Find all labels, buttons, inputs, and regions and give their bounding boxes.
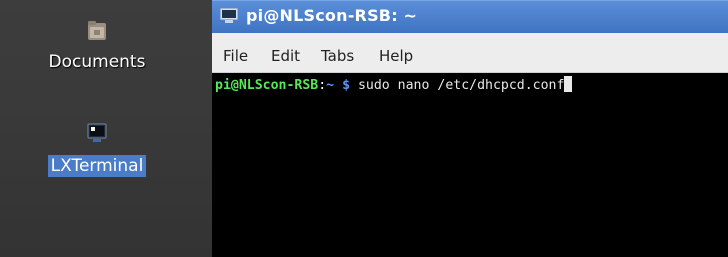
menu-file[interactable]: File [223,47,248,65]
menu-help[interactable]: Help [379,47,413,65]
prompt-user: pi@NLScon-RSB [215,78,319,93]
desktop-icon-label: Documents [48,52,146,72]
prompt-colon: : [318,78,327,93]
terminal-icon [32,122,162,149]
screen: Documents LXTerminal pi@NLScon-RSB: ~ Fi… [0,0,728,257]
desktop: Documents LXTerminal [0,0,212,257]
terminal-window: pi@NLScon-RSB: ~ File Edit Tabs Help pi@… [212,0,728,257]
text-cursor [564,76,573,92]
command-text: sudo nano /etc/dhcpcd.conf [357,78,565,93]
prompt-symbol: $ [342,78,351,93]
prompt-path: ~ [326,78,335,93]
terminal-icon [220,8,238,29]
folder-icon [32,20,162,47]
desktop-icon-label: LXTerminal [47,155,147,177]
terminal-output[interactable]: pi@NLScon-RSB:~ $ sudo nano /etc/dhcpcd.… [212,73,728,257]
prompt-line: pi@NLScon-RSB:~ $ sudo nano /etc/dhcpcd.… [215,76,573,96]
desktop-icon-documents[interactable]: Documents [32,20,162,73]
window-title: pi@NLScon-RSB: ~ [246,6,418,25]
menu-edit[interactable]: Edit [271,47,300,65]
desktop-icon-lxterminal[interactable]: LXTerminal [32,122,162,177]
menu-tabs[interactable]: Tabs [321,47,354,65]
menubar: File Edit Tabs Help [212,33,728,73]
window-titlebar[interactable]: pi@NLScon-RSB: ~ [212,0,728,33]
